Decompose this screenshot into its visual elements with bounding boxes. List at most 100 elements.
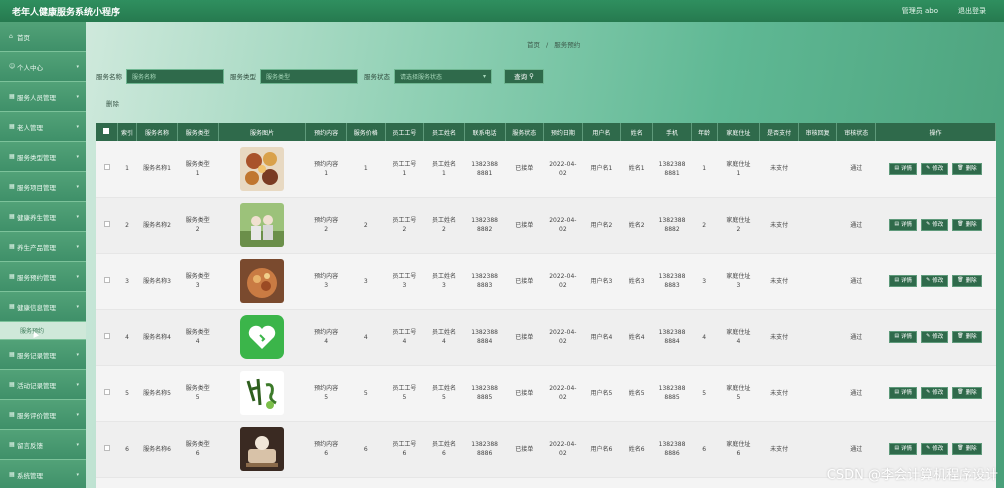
column-header: 联系电话: [464, 123, 506, 141]
service-image-cell: [218, 141, 306, 198]
cell-type: 服务类型 3: [177, 253, 219, 310]
sidebar-item-3[interactable]: ▦ 老人管理 ▾: [0, 112, 86, 142]
select-all-checkbox[interactable]: [103, 128, 110, 134]
chevron-down-icon: ▾: [76, 351, 79, 358]
grid-icon: ▦: [9, 411, 15, 418]
sidebar-item-14[interactable]: ▦ 系统管理 ▾: [0, 460, 86, 488]
health-calligraphy-image[interactable]: [239, 371, 284, 415]
service-booking-table: 索引 服务名称 服务类型 服务图片 预约内容 服务价格 员工工号 员工姓名 联系电话 服务状态 预约…: [96, 123, 996, 488]
cell-empno: 员工工号 6: [385, 421, 424, 478]
search-button[interactable]: 查询 ⚲: [504, 68, 544, 84]
column-header: 服务名称: [136, 123, 178, 141]
delete-button[interactable]: 🗑 删除: [952, 387, 982, 399]
cell-audit: 通过: [836, 253, 876, 310]
sidebar: ⌂ 首页 ☺ 个人中心 ▾ ▦ 服务人员管理 ▾ ▦ 老人管理 ▾ ▦ 服务类型管理 ▾ ▦ 服务项目管理 ▾ ▦…: [0, 22, 86, 488]
select-all-header[interactable]: [96, 123, 118, 141]
delete-button[interactable]: 🗑 删除: [952, 275, 982, 287]
trash-icon: 🗑: [957, 221, 964, 228]
elderly-couple-image[interactable]: [239, 203, 284, 247]
sidebar-item-label: 健康信息管理: [17, 303, 56, 312]
grid-icon: ▦: [9, 123, 15, 130]
sidebar-item-12[interactable]: ▦ 服务评价管理 ▾: [0, 400, 86, 430]
cooking-image[interactable]: [239, 427, 284, 471]
cell-mobile: 1382388 8884: [652, 309, 692, 366]
cell-date: 2022-04- 02: [543, 365, 583, 422]
delete-button-label: 删除: [965, 277, 977, 284]
heart-logo-image[interactable]: [239, 315, 284, 359]
app-title: 老年人健康服务系统小程序: [12, 7, 121, 18]
delete-button[interactable]: 🗑 删除: [952, 331, 982, 343]
service-name-input[interactable]: 服务名称: [126, 68, 224, 84]
sidebar-item-11[interactable]: ▦ 活动记录管理 ▾: [0, 370, 86, 400]
edit-button[interactable]: ✎ 修改: [921, 331, 949, 343]
cell-addr: 家庭住址 6: [717, 421, 760, 478]
edit-button[interactable]: ✎ 修改: [921, 162, 949, 175]
delete-button[interactable]: 🗑 删除: [952, 162, 982, 175]
row-checkbox[interactable]: [103, 164, 110, 171]
cell-date: 2022-04- 02: [543, 421, 583, 478]
row-select-cell[interactable]: [96, 197, 118, 254]
row-checkbox[interactable]: [103, 220, 110, 227]
cell-phone: 1382388 8886: [464, 421, 505, 478]
detail-button[interactable]: ▤ 详情: [889, 162, 918, 175]
row-select-cell[interactable]: [96, 421, 118, 478]
sidebar-subitem-service-booking[interactable]: 服务预约: [0, 322, 86, 340]
cell-status: 已接单: [505, 421, 544, 478]
row-checkbox[interactable]: [103, 332, 110, 339]
edit-button-label: 修改: [932, 445, 944, 452]
sidebar-item-8[interactable]: ▦ 服务预约管理 ▾: [0, 262, 86, 292]
sidebar-item-2[interactable]: ▦ 服务人员管理 ▾: [0, 82, 86, 112]
filter-bar: 服务名称 服务名称 服务类型 服务类型 服务状态 请选择服务状态 ▾ 查询 ⚲: [96, 68, 544, 84]
food-plate-image[interactable]: [239, 259, 284, 303]
sidebar-item-13[interactable]: ▦ 留言反馈 ▾: [0, 430, 86, 460]
cell-name: 服务名称4: [136, 309, 178, 366]
edit-button[interactable]: ✎ 修改: [921, 387, 949, 399]
service-type-label: 服务类型: [230, 73, 256, 81]
grid-icon: ▦: [9, 381, 15, 388]
cell-phone: 1382388 8883: [464, 253, 505, 310]
row-select-cell[interactable]: [96, 141, 118, 198]
table-row: 4 服务名称4 服务类型 4 预约内容 4 4 员工工号 4 员工姓名 4 1382388 8…: [96, 309, 996, 366]
sidebar-item-5[interactable]: ▦ 服务项目管理 ▾: [0, 172, 86, 202]
delete-button[interactable]: 🗑 删除: [952, 443, 982, 455]
row-checkbox[interactable]: [103, 388, 110, 395]
row-select-cell[interactable]: [96, 309, 118, 366]
service-type-input[interactable]: 服务类型: [260, 68, 358, 84]
row-select-cell[interactable]: [96, 253, 118, 310]
service-status-select[interactable]: 请选择服务状态 ▾: [394, 68, 492, 84]
detail-button[interactable]: ▤ 详情: [889, 275, 918, 287]
edit-button-label: 修改: [932, 277, 944, 284]
row-actions-cell: ▤ 详情 ✎ 修改 🗑 删除: [875, 309, 996, 366]
sidebar-item-10[interactable]: ▦ 服务记录管理 ▾: [0, 340, 86, 370]
edit-button[interactable]: ✎ 修改: [921, 219, 949, 231]
edit-button[interactable]: ✎ 修改: [921, 275, 949, 287]
cell-realname: 姓名2: [620, 197, 653, 254]
sidebar-item-9[interactable]: ▦ 健康信息管理 ▾: [0, 292, 86, 322]
edit-button[interactable]: ✎ 修改: [921, 443, 949, 455]
row-checkbox[interactable]: [103, 276, 110, 283]
food-bowls-image[interactable]: [239, 146, 284, 191]
column-header: 服务图片: [218, 123, 307, 141]
sidebar-item-0[interactable]: ⌂ 首页: [0, 22, 86, 52]
row-actions-cell: ▤ 详情 ✎ 修改 🗑 删除: [875, 141, 996, 198]
detail-button[interactable]: ▤ 详情: [889, 387, 918, 399]
detail-button[interactable]: ▤ 详情: [889, 331, 918, 343]
cell-price: 5: [346, 365, 386, 422]
detail-button-label: 详情: [901, 221, 913, 228]
breadcrumb-home[interactable]: 首页: [527, 41, 540, 49]
row-select-cell[interactable]: [96, 365, 118, 422]
cell-content: 预约内容 3: [305, 253, 347, 310]
detail-button[interactable]: ▤ 详情: [889, 443, 918, 455]
sidebar-item-1[interactable]: ☺ 个人中心 ▾: [0, 52, 86, 82]
batch-delete-link[interactable]: 删除: [106, 98, 119, 108]
row-checkbox[interactable]: [103, 444, 110, 451]
column-header: 手机: [652, 123, 692, 141]
sidebar-item-7[interactable]: ▦ 养生产品管理 ▾: [0, 232, 86, 262]
logout-link[interactable]: 退出登录: [958, 6, 986, 16]
delete-button[interactable]: 🗑 删除: [952, 219, 982, 231]
cell-mobile: 1382388 8882: [652, 197, 692, 254]
sidebar-item-4[interactable]: ▦ 服务类型管理 ▾: [0, 142, 86, 172]
sidebar-item-6[interactable]: ▦ 健康养生管理 ▾: [0, 202, 86, 232]
detail-button[interactable]: ▤ 详情: [889, 219, 918, 231]
breadcrumb-separator: /: [546, 41, 549, 49]
